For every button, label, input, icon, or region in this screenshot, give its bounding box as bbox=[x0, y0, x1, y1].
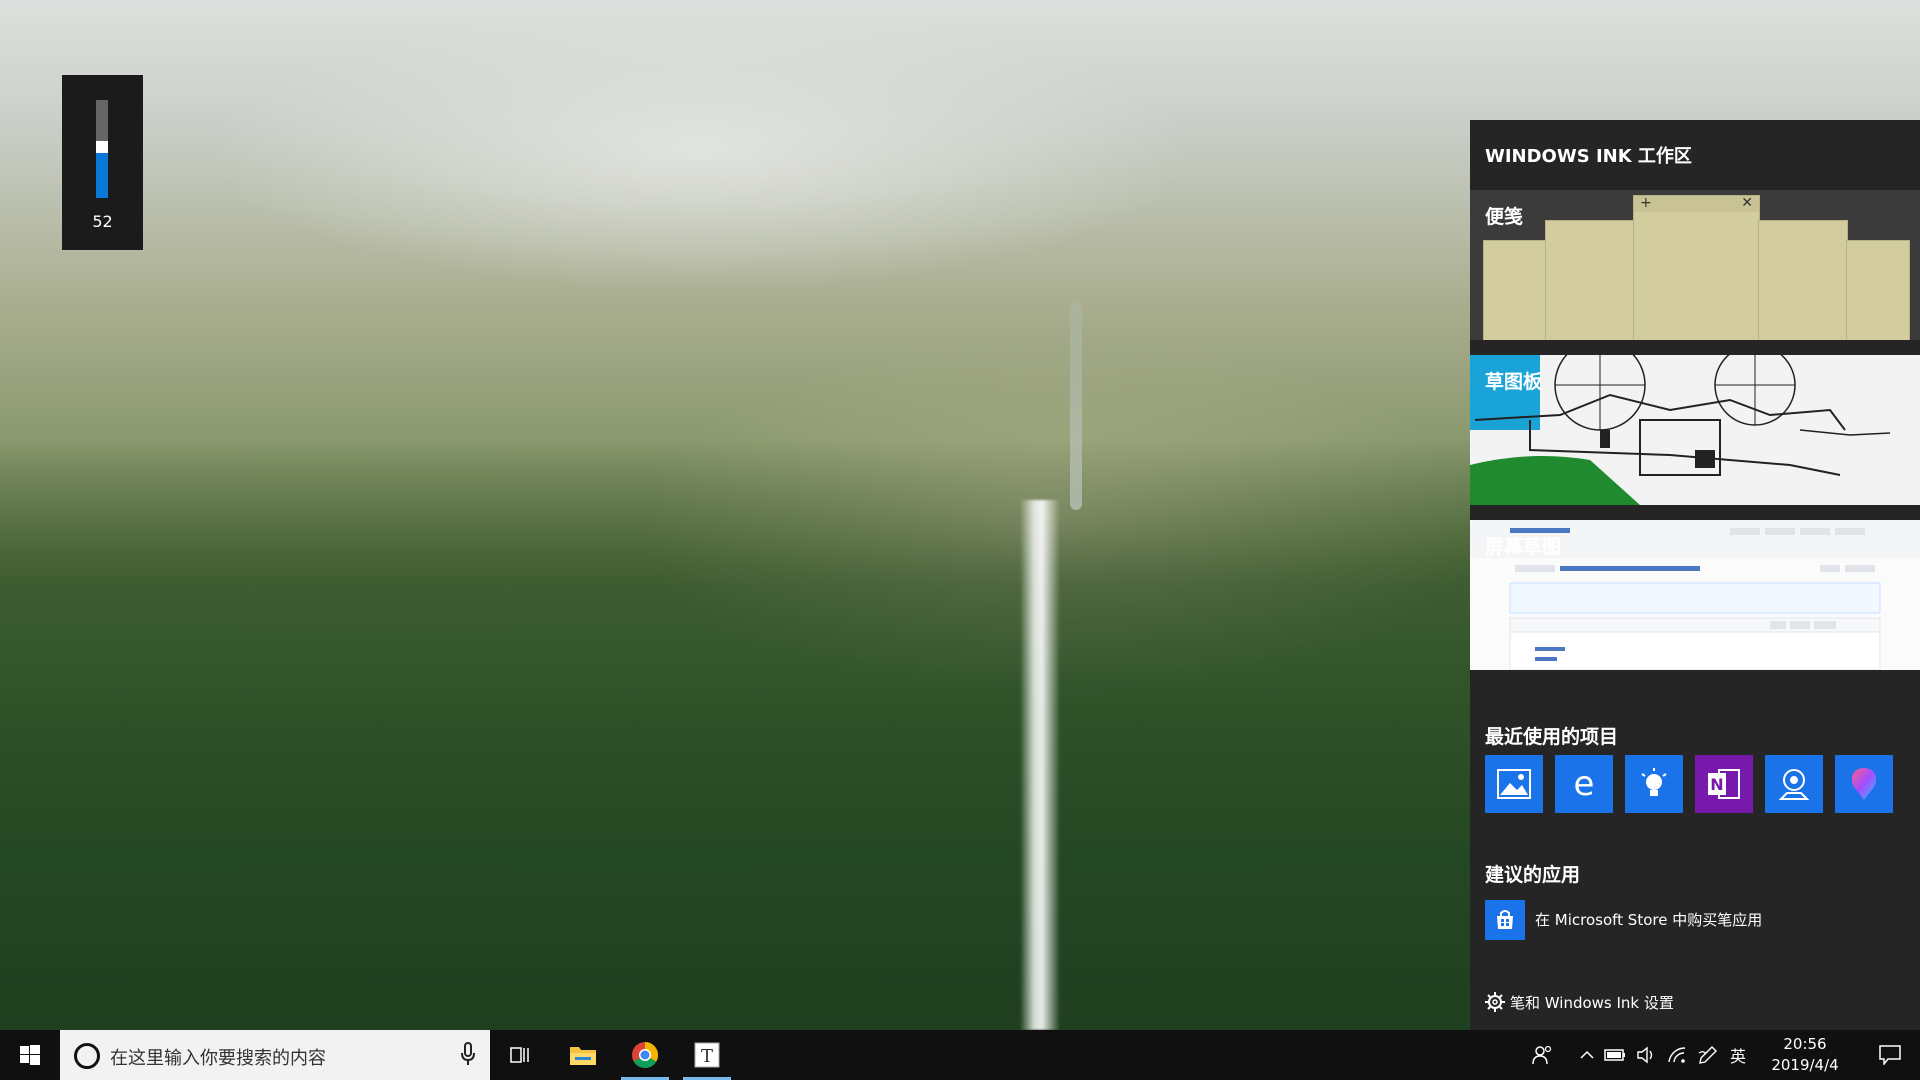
search-placeholder: 在这里输入你要搜索的内容 bbox=[110, 1048, 326, 1069]
microphone-icon[interactable] bbox=[460, 1042, 476, 1066]
windows-logo-icon bbox=[20, 1045, 40, 1065]
recent-items-title: 最近使用的项目 bbox=[1485, 726, 1619, 748]
edge-app-tile[interactable]: e bbox=[1555, 755, 1613, 813]
photos-app-tile[interactable] bbox=[1485, 755, 1543, 813]
notification-icon bbox=[1879, 1045, 1901, 1065]
volume-level-text: 52 bbox=[92, 212, 113, 231]
clock[interactable]: 20:56 2019/4/4 bbox=[1760, 1034, 1850, 1076]
volume-slider-fill bbox=[96, 147, 108, 198]
paint3d-app-tile[interactable] bbox=[1835, 755, 1893, 813]
gear-icon bbox=[1485, 992, 1505, 1012]
task-view-icon bbox=[510, 1047, 529, 1063]
task-view-button[interactable] bbox=[493, 1030, 549, 1080]
sticky-note-toolbar: + ✕ bbox=[1634, 195, 1759, 212]
ime-indicator[interactable]: 英 bbox=[1727, 1044, 1749, 1066]
cortana-icon[interactable] bbox=[74, 1043, 100, 1069]
start-button[interactable] bbox=[0, 1030, 60, 1080]
sticky-note bbox=[1545, 220, 1635, 340]
sticky-note bbox=[1846, 240, 1910, 340]
edge-icon: e bbox=[1574, 767, 1595, 801]
chevron-up-icon[interactable] bbox=[1576, 1044, 1598, 1066]
wallpaper-cliff bbox=[0, 440, 1470, 1030]
store-suggestion-link[interactable]: 在 Microsoft Store 中购买笔应用 bbox=[1485, 900, 1915, 940]
paint3d-icon bbox=[1851, 768, 1877, 800]
store-bag-icon bbox=[1497, 910, 1513, 929]
pen-workspace-icon[interactable] bbox=[1697, 1044, 1719, 1066]
pen-ink-settings-text: 笔和 Windows Ink 设置 bbox=[1510, 994, 1674, 1012]
store-suggestion-text: 在 Microsoft Store 中购买笔应用 bbox=[1535, 911, 1763, 929]
add-note-icon[interactable]: + bbox=[1640, 195, 1652, 211]
search-box[interactable]: 在这里输入你要搜索的内容 bbox=[60, 1030, 490, 1080]
typora-icon: T bbox=[694, 1042, 720, 1068]
chrome-button[interactable] bbox=[617, 1030, 673, 1080]
speaker-icon[interactable] bbox=[1635, 1044, 1657, 1066]
ink-workspace-panel: WINDOWS INK 工作区 便笺 + ✕ 草图板 屏幕草图 最近使用的项目 … bbox=[1470, 120, 1920, 1030]
taskbar: 在这里输入你要搜索的内容 T 英 20:56 2019/4/4 bbox=[0, 1030, 1920, 1080]
ink-workspace-title: WINDOWS INK 工作区 bbox=[1485, 146, 1692, 167]
people-icon[interactable] bbox=[1531, 1044, 1553, 1066]
chrome-icon bbox=[632, 1042, 659, 1069]
action-center-button[interactable] bbox=[1860, 1030, 1920, 1080]
folder-icon bbox=[570, 1047, 596, 1065]
sketchpad-label: 草图板 bbox=[1485, 371, 1543, 393]
maps-icon bbox=[1778, 769, 1810, 800]
svg-text:T: T bbox=[701, 1046, 713, 1067]
clock-date: 2019/4/4 bbox=[1771, 1056, 1839, 1074]
sticky-note bbox=[1483, 240, 1547, 340]
wifi-icon[interactable] bbox=[1666, 1044, 1688, 1066]
sticky-note-front: + ✕ bbox=[1633, 195, 1760, 340]
suggested-apps-title: 建议的应用 bbox=[1485, 864, 1581, 886]
svg-text:N: N bbox=[1710, 775, 1723, 794]
volume-indicator: 52 bbox=[62, 75, 143, 250]
clock-time: 20:56 bbox=[1783, 1035, 1827, 1053]
screen-sketch-card[interactable]: 屏幕草图 bbox=[1470, 520, 1920, 670]
onenote-icon: N bbox=[1708, 769, 1740, 799]
store-app-tile bbox=[1485, 900, 1525, 940]
sticky-notes-label: 便笺 bbox=[1485, 206, 1524, 228]
typora-button[interactable]: T bbox=[679, 1030, 735, 1080]
svg-text:e: e bbox=[1574, 767, 1595, 801]
wallpaper-waterfall bbox=[1020, 500, 1060, 1030]
sketchpad-card[interactable]: 草图板 bbox=[1470, 355, 1920, 505]
onenote-app-tile[interactable]: N bbox=[1695, 755, 1753, 813]
screen-sketch-label: 屏幕草图 bbox=[1485, 536, 1562, 558]
maps-app-tile[interactable] bbox=[1765, 755, 1823, 813]
tips-app-tile[interactable] bbox=[1625, 755, 1683, 813]
sticky-notes-card[interactable]: 便笺 + ✕ bbox=[1470, 190, 1920, 340]
tips-icon bbox=[1641, 768, 1667, 796]
volume-slider-thumb[interactable] bbox=[96, 141, 108, 153]
close-icon[interactable]: ✕ bbox=[1741, 195, 1753, 211]
file-explorer-button[interactable] bbox=[555, 1030, 611, 1080]
sticky-note bbox=[1758, 220, 1848, 340]
volume-slider-track[interactable] bbox=[96, 100, 108, 198]
recent-items-row: e N bbox=[1485, 755, 1915, 813]
wallpaper-stream bbox=[1070, 300, 1082, 510]
battery-icon[interactable] bbox=[1604, 1044, 1626, 1066]
photos-icon bbox=[1497, 769, 1531, 799]
